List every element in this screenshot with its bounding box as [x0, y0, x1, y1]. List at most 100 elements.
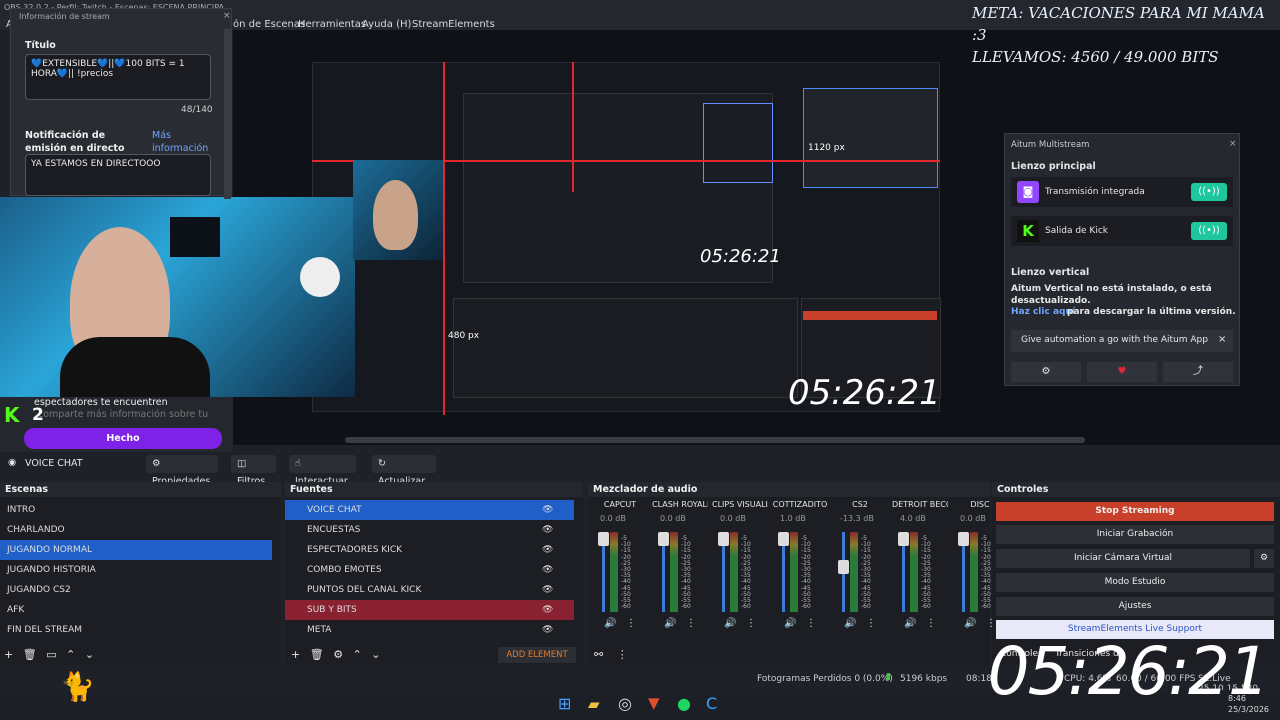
speaker-icon[interactable]: 🔊	[904, 618, 916, 629]
db-scale: -5 -10 -15 -20 -25 -30 -35 -40 -45 -50 -55 -60	[921, 535, 931, 610]
channel-menu-icon[interactable]: ⋮	[866, 618, 876, 629]
source-item[interactable]: META 👁	[285, 620, 583, 640]
menu-help[interactable]: Ayuda (H)	[362, 19, 411, 30]
source-item-selected[interactable]: VOICE CHAT 👁	[285, 500, 574, 520]
heart-icon[interactable]: ♥	[1087, 362, 1157, 382]
volume-handle[interactable]	[658, 532, 669, 546]
stop-streaming-button[interactable]: Stop Streaming	[996, 502, 1274, 521]
channel-menu-icon[interactable]: ⋮	[806, 618, 816, 629]
scene-item[interactable]: INTRO	[0, 500, 281, 520]
stream-info-dialog: Información de stream × Título 💙EXTENSIB…	[10, 8, 232, 199]
source-item[interactable]: COMBO EMOTES 👁	[285, 560, 583, 580]
scene-item[interactable]: AFK	[0, 600, 281, 620]
speaker-icon[interactable]: 🔊	[844, 618, 856, 629]
eye-icon[interactable]: 👁	[542, 500, 553, 520]
done-button[interactable]: Hecho	[24, 428, 222, 449]
close-icon[interactable]: ×	[1218, 334, 1226, 345]
add-element-button[interactable]: ADD ELEMENT	[498, 647, 576, 663]
scene-item-selected[interactable]: JUGANDO NORMAL	[0, 540, 272, 560]
volume-handle[interactable]	[838, 560, 849, 574]
volume-handle[interactable]	[898, 532, 909, 546]
broadcast-toggle[interactable]: ((•))	[1191, 222, 1227, 240]
channel-menu-icon[interactable]: ⋮	[686, 618, 696, 629]
menu-tools[interactable]: Herramientas	[298, 19, 366, 30]
broadcast-toggle[interactable]: ((•))	[1191, 183, 1227, 201]
arrow-up-icon[interactable]: ⌃	[66, 648, 75, 661]
volume-handle[interactable]	[718, 532, 729, 546]
studio-mode-button[interactable]: Modo Estudio	[996, 573, 1274, 592]
gear-icon[interactable]: ⚙	[1011, 362, 1081, 382]
source-item[interactable]: ENCUESTAS 👁	[285, 520, 583, 540]
add-icon[interactable]: +	[291, 648, 300, 661]
close-icon[interactable]: ×	[223, 11, 231, 21]
add-icon[interactable]: +	[4, 648, 13, 661]
source-item[interactable]: ESPECTADORES KICK 👁	[285, 540, 583, 560]
scene-item[interactable]: JUGANDO CS2	[0, 580, 281, 600]
volume-handle[interactable]	[958, 532, 969, 546]
vertical-canvas-label: Lienzo vertical	[1011, 267, 1090, 278]
filter-icon[interactable]: ▭	[46, 648, 56, 661]
arrow-up-icon[interactable]: ⌃	[353, 648, 362, 661]
scene-item[interactable]: JUGANDO HISTORIA	[0, 560, 281, 580]
menu-scene-collection[interactable]: ón de Escenas	[233, 19, 305, 30]
start-recording-button[interactable]: Iniciar Grabación	[996, 525, 1274, 544]
arrow-down-icon[interactable]: ⌄	[85, 648, 94, 661]
title-input[interactable]: 💙EXTENSIBLE💙||💙100 BITS = 1 HORA💙|| !pre…	[25, 54, 211, 100]
eye-icon[interactable]: 👁	[542, 540, 553, 560]
volume-handle[interactable]	[778, 532, 789, 546]
properties-button[interactable]: ⚙ Propiedades	[146, 455, 218, 487]
windows-start-icon[interactable]: ⊞	[558, 694, 571, 713]
speaker-icon[interactable]: 🔊	[964, 618, 976, 629]
source-label: ESPECTADORES KICK	[307, 545, 403, 555]
scene-item[interactable]: CHARLANDO	[0, 520, 281, 540]
channel-menu-icon[interactable]: ⋮	[926, 618, 936, 629]
trash-icon[interactable]: 🗑	[310, 648, 324, 661]
link-icon[interactable]: ⚯	[594, 648, 603, 661]
filters-button[interactable]: ◫ Filtros	[231, 455, 276, 487]
more-info-link[interactable]: Más información	[152, 129, 212, 155]
trash-icon[interactable]: 🗑	[23, 648, 37, 661]
eye-icon[interactable]: 👁	[542, 580, 553, 600]
refresh-button[interactable]: ↻ Actualizar	[372, 455, 436, 487]
menu-streamelements[interactable]: StreamElements	[412, 19, 495, 30]
scene-item[interactable]: FIN DEL STREAM	[0, 620, 281, 640]
arrow-down-icon[interactable]: ⌄	[371, 648, 380, 661]
settings-button[interactable]: Ajustes	[996, 597, 1274, 616]
menu-icon[interactable]: ⋮	[617, 648, 628, 661]
current-source: VOICE CHAT	[25, 458, 83, 469]
ccleaner-icon[interactable]: C	[706, 694, 717, 713]
close-icon[interactable]: ×	[1229, 139, 1237, 149]
db-tick: -60	[981, 603, 991, 611]
mixer-channel: CS2 -13.3 dB -5 -10 -15 -20 -25 -30 -35 -40 -45 -50…	[832, 500, 894, 640]
notification-input[interactable]: YA ESTAMOS EN DIRECTOOO	[25, 154, 211, 196]
obs-icon[interactable]: ◎	[618, 694, 632, 713]
db-scale: -5 -10 -15 -20 -25 -30 -35 -40 -45 -50 -55 -60	[621, 535, 631, 610]
brave-icon[interactable]: ▼	[648, 694, 660, 712]
eye-icon[interactable]: 👁	[542, 600, 553, 620]
speaker-icon[interactable]: 🔊	[724, 618, 736, 629]
automation-text[interactable]: Give automation a go with the Aitum App	[1021, 335, 1208, 345]
speaker-icon[interactable]: 🔊	[604, 618, 616, 629]
eye-icon[interactable]: 👁	[542, 520, 553, 540]
volume-handle[interactable]	[598, 532, 609, 546]
start-virtual-cam-button[interactable]: Iniciar Cámara Virtual	[996, 549, 1250, 568]
channel-menu-icon[interactable]: ⋮	[746, 618, 756, 629]
twitch-icon: ◙	[1017, 181, 1039, 203]
gear-icon[interactable]: ⚙	[1254, 549, 1274, 568]
interact-button[interactable]: ☝ Interactuar	[289, 455, 356, 487]
eye-icon[interactable]: 👁	[542, 620, 553, 640]
channel-menu-icon[interactable]: ⋮	[626, 618, 636, 629]
preview-scrollbar[interactable]	[345, 437, 1085, 443]
speaker-icon[interactable]: 🔊	[784, 618, 796, 629]
channel-db: 0.0 dB	[660, 514, 686, 523]
folder-icon[interactable]: ▰	[588, 695, 600, 713]
share-icon[interactable]: ⤴	[1163, 362, 1233, 382]
speaker-icon[interactable]: 🔊	[664, 618, 676, 629]
spotify-icon[interactable]: ●	[677, 694, 691, 713]
download-link[interactable]: Haz clic aquí	[1011, 307, 1075, 317]
dialog-scrollbar[interactable]	[224, 29, 231, 199]
source-item[interactable]: SUB Y BITS 👁	[285, 600, 574, 620]
gear-icon[interactable]: ⚙	[333, 648, 343, 661]
eye-icon[interactable]: 👁	[542, 560, 553, 580]
source-item[interactable]: PUNTOS DEL CANAL KICK 👁	[285, 580, 583, 600]
